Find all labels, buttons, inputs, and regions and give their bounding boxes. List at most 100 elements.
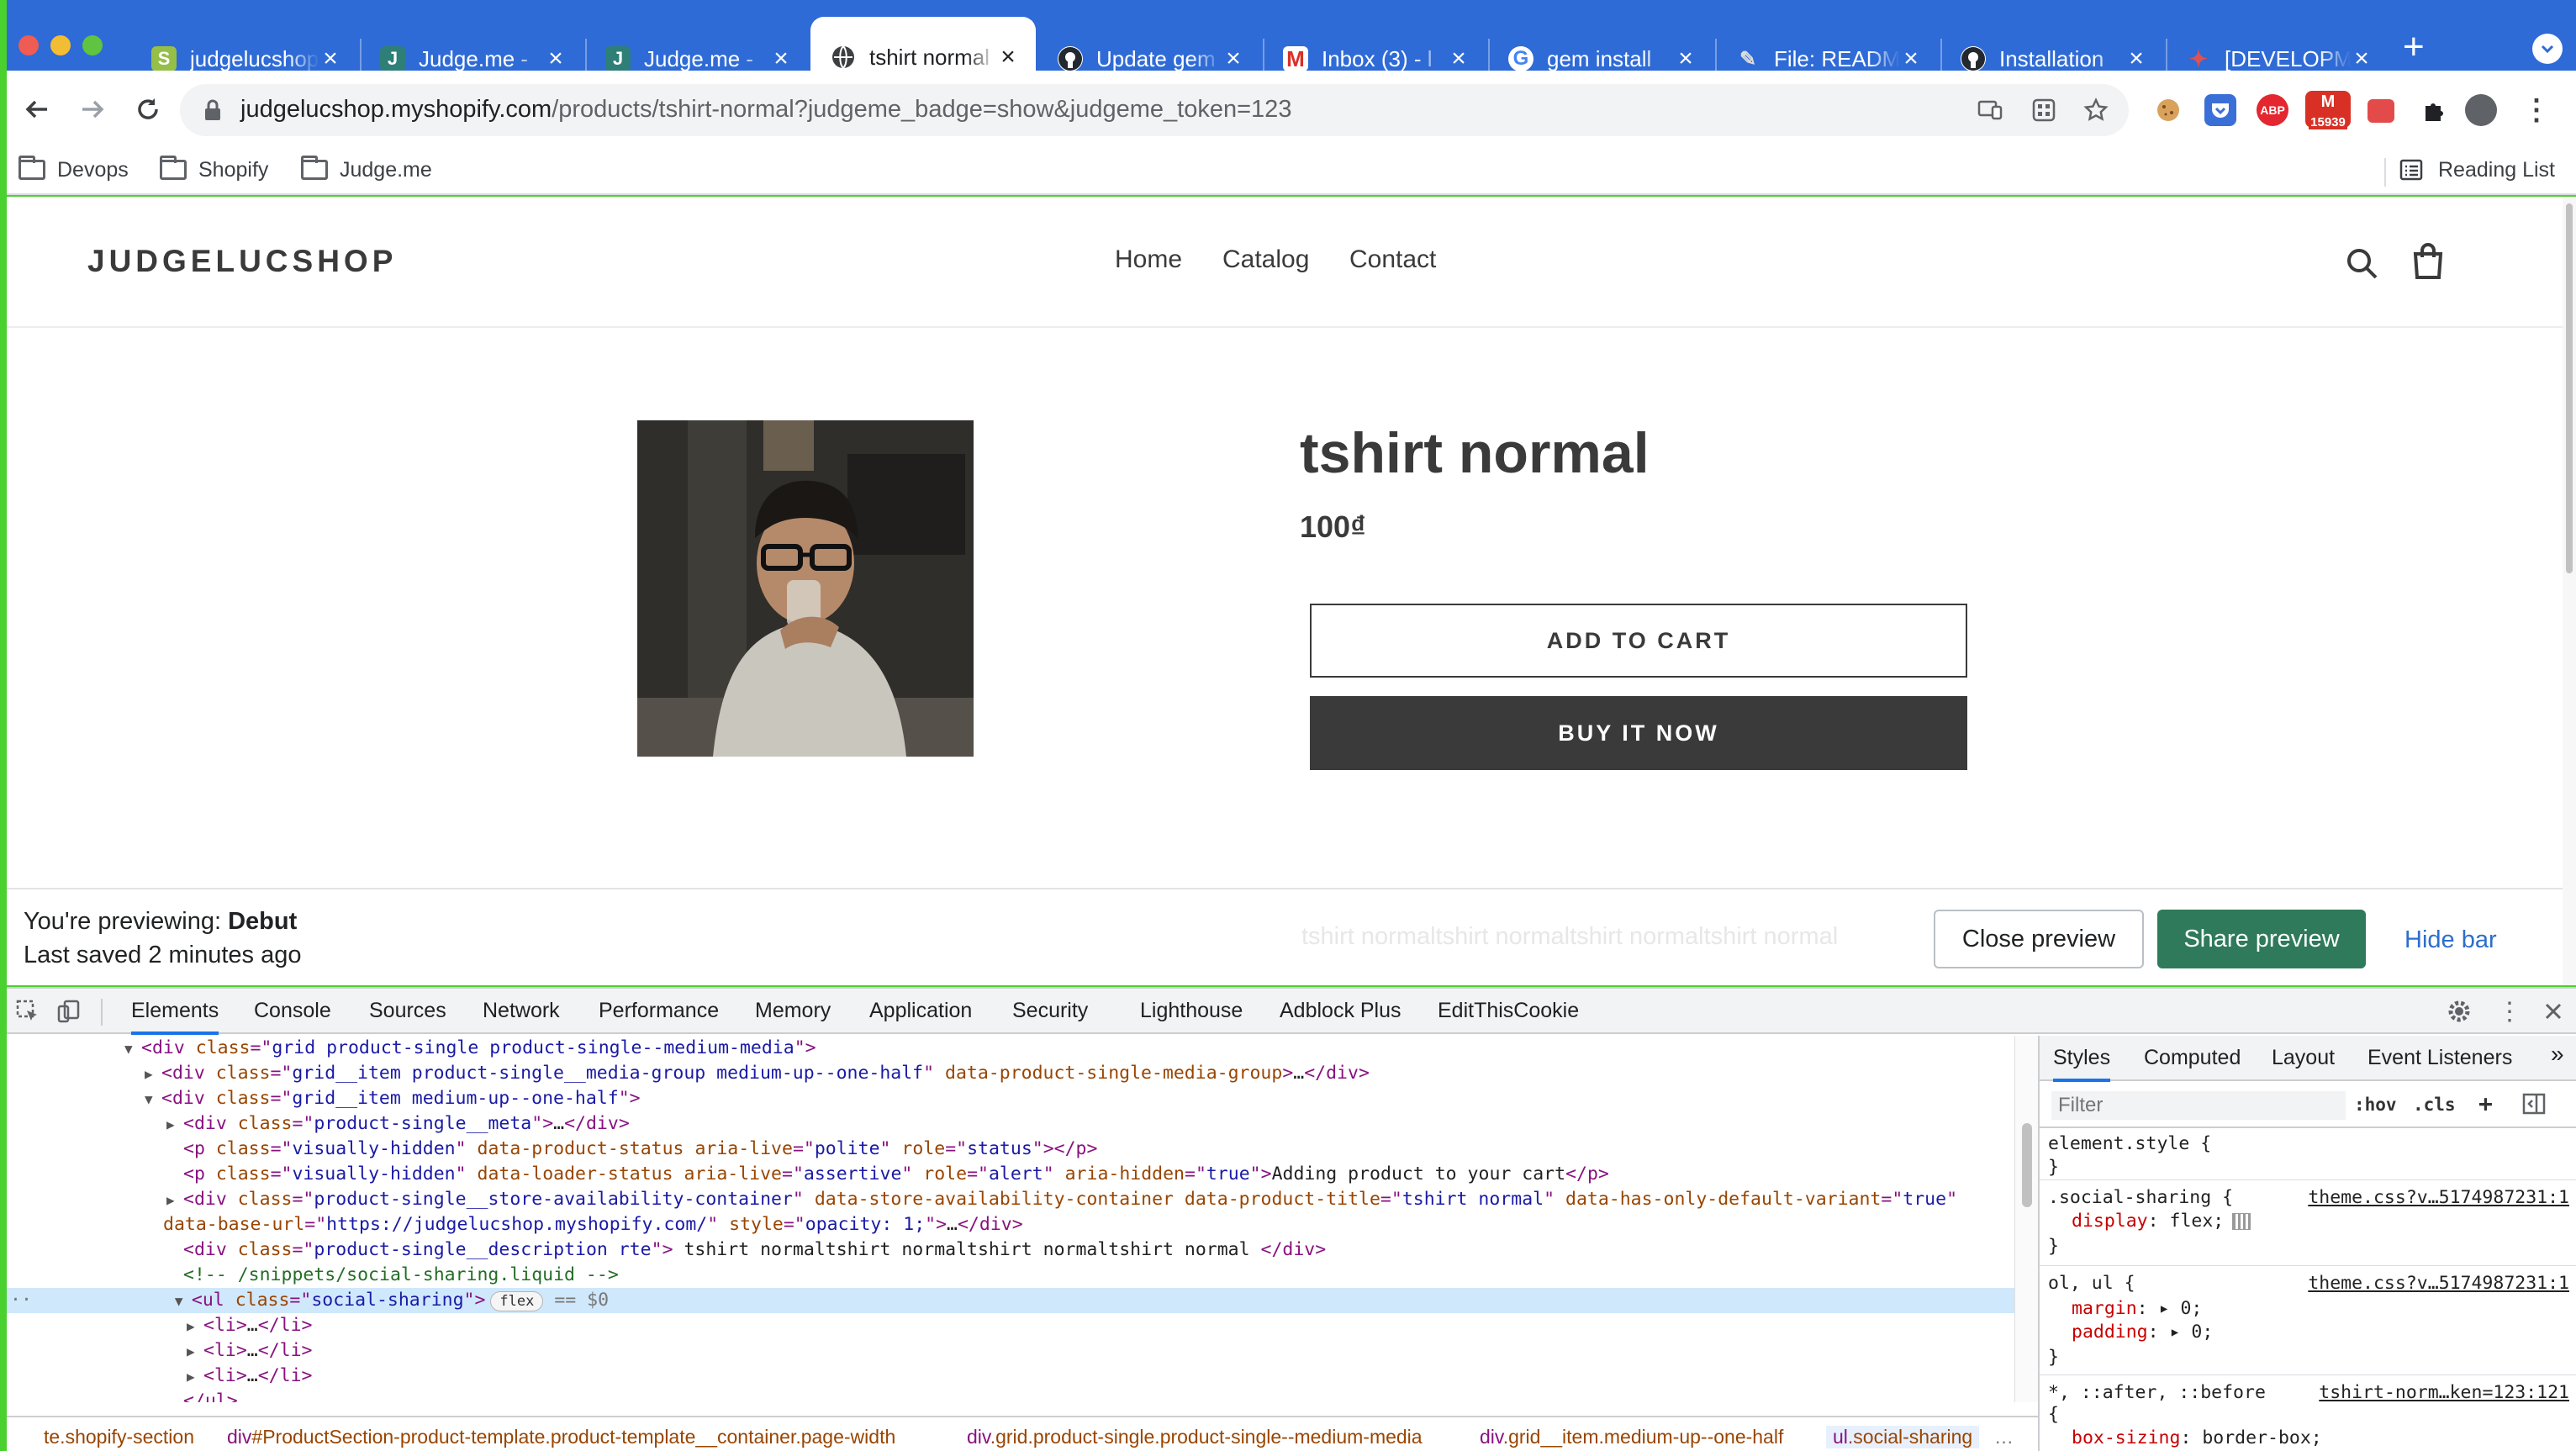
tab-network[interactable]: Network xyxy=(483,999,560,1023)
shop-logo[interactable]: JUDGELUCSHOP xyxy=(87,244,397,279)
scrollbar-thumb[interactable] xyxy=(2022,1123,2032,1207)
tab-sources[interactable]: Sources xyxy=(369,999,446,1023)
rule-source-link[interactable]: theme.css?v…5174987231:1 xyxy=(2308,1273,2569,1294)
window-maximize-button[interactable] xyxy=(82,35,103,55)
tab-application[interactable]: Application xyxy=(869,999,972,1023)
dom-node-continued[interactable]: data-base-url="https://judgelucshop.mysh… xyxy=(163,1212,1023,1237)
tab-computed[interactable]: Computed xyxy=(2144,1046,2241,1070)
forward-icon[interactable] xyxy=(74,91,111,128)
style-rule-ol-ul[interactable]: ol, ul { theme.css?v…5174987231:1 margin… xyxy=(2040,1269,2576,1375)
dom-node[interactable]: <p class="visually-hidden" data-product-… xyxy=(183,1137,1097,1162)
dom-node[interactable]: ▼ <div class="grid__item medium-up--one-h… xyxy=(145,1086,641,1111)
expand-triangle-icon[interactable]: ▶ xyxy=(187,1364,203,1390)
expand-triangle-icon[interactable]: ▶ xyxy=(145,1062,161,1087)
breadcrumb-item[interactable]: div.grid__item.medium-up--one-half xyxy=(1480,1426,1783,1448)
nav-link-catalog[interactable]: Catalog xyxy=(1222,245,1309,274)
expand-triangle-icon[interactable]: ▶ xyxy=(187,1314,203,1339)
search-icon[interactable] xyxy=(2346,247,2379,285)
page-scrollbar[interactable] xyxy=(2563,197,2576,985)
close-preview-button[interactable]: Close preview xyxy=(1934,910,2144,968)
new-tab-button[interactable]: + xyxy=(2403,29,2425,66)
tab-close-icon[interactable]: × xyxy=(2351,46,2373,71)
gmail-checker-icon[interactable]: M 15939 xyxy=(2305,91,2351,129)
dom-node[interactable]: ▶ <div class="product-single__store-avail… xyxy=(166,1187,1957,1212)
dom-node[interactable]: <div class="product-single__description … xyxy=(183,1237,1326,1263)
inspect-element-icon[interactable] xyxy=(13,997,42,1026)
address-bar[interactable]: judgelucshop.myshopify.com/products/tshi… xyxy=(180,84,2129,136)
dom-node[interactable]: ▶ <li>…</li> xyxy=(187,1364,312,1389)
styles-filter-input[interactable] xyxy=(2051,1091,2346,1120)
tab-close-icon[interactable]: × xyxy=(319,46,341,71)
tab-lighthouse[interactable]: Lighthouse xyxy=(1140,999,1243,1023)
reload-icon[interactable] xyxy=(129,91,166,128)
toggle-sidebar-icon[interactable] xyxy=(2522,1093,2546,1119)
style-rule-universal[interactable]: *, ::after, ::before tshirt-norm…ken=123… xyxy=(2040,1379,2576,1451)
dom-node[interactable]: ▼ <div class="grid product-single product… xyxy=(124,1036,816,1061)
window-minimize-button[interactable] xyxy=(50,35,71,55)
more-tabs-chevron-icon[interactable]: » xyxy=(2551,1041,2564,1068)
apps-icon[interactable] xyxy=(2030,96,2058,124)
tab-close-icon[interactable]: × xyxy=(1675,46,1697,71)
bookmark-folder-devops[interactable]: Devops xyxy=(18,153,129,187)
expand-triangle-icon[interactable]: ▶ xyxy=(187,1339,203,1364)
dom-comment[interactable]: <!-- /snippets/social-sharing.liquid --> xyxy=(183,1263,619,1288)
class-toggle[interactable]: .cls xyxy=(2413,1095,2456,1115)
hide-bar-link[interactable]: Hide bar xyxy=(2404,926,2497,954)
tab-performance[interactable]: Performance xyxy=(599,999,719,1023)
tab-memory[interactable]: Memory xyxy=(755,999,831,1023)
product-image[interactable] xyxy=(637,420,974,757)
tab-styles[interactable]: Styles xyxy=(2053,1046,2111,1082)
breadcrumb-item-selected[interactable]: ul.social-sharing xyxy=(1826,1426,1980,1448)
cookie-icon[interactable] xyxy=(2152,94,2184,126)
tab-elements[interactable]: Elements xyxy=(131,999,219,1035)
back-icon[interactable] xyxy=(18,91,55,128)
device-toolbar-icon[interactable] xyxy=(54,997,82,1026)
breadcrumb-overflow-icon[interactable]: … xyxy=(1994,1426,2014,1448)
bookmark-folder-shopify[interactable]: Shopify xyxy=(160,153,268,187)
dom-node[interactable]: </ul> xyxy=(183,1389,238,1402)
nav-link-home[interactable]: Home xyxy=(1115,245,1182,274)
tab-search-icon[interactable] xyxy=(2532,34,2563,64)
scrollbar-thumb[interactable] xyxy=(2566,203,2573,573)
tab-close-icon[interactable]: × xyxy=(2125,46,2147,71)
flexbox-editor-icon[interactable] xyxy=(2232,1213,2251,1230)
tab-adblock-plus[interactable]: Adblock Plus xyxy=(1280,999,1401,1023)
tab-close-icon[interactable]: × xyxy=(1448,46,1470,71)
bookmark-folder-judgeme[interactable]: Judge.me xyxy=(301,153,432,187)
profile-avatar[interactable] xyxy=(2465,94,2497,126)
bookmark-star-icon[interactable] xyxy=(2082,96,2110,124)
dom-node[interactable]: <p class="visually-hidden" data-loader-s… xyxy=(183,1162,1609,1187)
kebab-menu-icon[interactable]: ⋮ xyxy=(2521,94,2552,126)
extensions-puzzle-icon[interactable] xyxy=(2418,94,2450,126)
adblock-plus-icon[interactable]: ABP xyxy=(2257,94,2288,126)
settings-gear-icon[interactable] xyxy=(2445,997,2473,1026)
add-to-cart-button[interactable]: ADD TO CART xyxy=(1310,604,1967,678)
nav-link-contact[interactable]: Contact xyxy=(1349,245,1436,274)
dom-node[interactable]: ▶ <li>…</li> xyxy=(187,1313,312,1338)
close-devtools-icon[interactable] xyxy=(2539,997,2568,1026)
pocket-icon[interactable] xyxy=(2204,94,2236,126)
tab-close-icon[interactable]: × xyxy=(770,46,792,71)
tab-console[interactable]: Console xyxy=(254,999,331,1023)
window-close-button[interactable] xyxy=(18,35,39,55)
breadcrumb-item[interactable]: div.grid.product-single.product-single--… xyxy=(967,1426,1423,1448)
share-preview-button[interactable]: Share preview xyxy=(2157,910,2366,968)
cast-icon[interactable] xyxy=(1976,96,2004,124)
tab-close-icon[interactable]: × xyxy=(1222,46,1244,71)
dom-tree[interactable]: ▼ <div class="grid product-single product… xyxy=(7,1036,2014,1402)
dom-scrollbar[interactable] xyxy=(2014,1036,2038,1402)
rule-source-link[interactable]: theme.css?v…5174987231:1 xyxy=(2308,1187,2569,1208)
tab-event-listeners[interactable]: Event Listeners xyxy=(2367,1046,2512,1070)
tab-security[interactable]: Security xyxy=(1012,999,1088,1023)
flex-badge[interactable]: flex xyxy=(490,1291,544,1311)
style-rule-social-sharing[interactable]: .social-sharing { theme.css?v…5174987231… xyxy=(2040,1184,2576,1266)
tab-close-icon[interactable]: × xyxy=(1900,46,1922,71)
dom-node[interactable]: ▶ <div class="grid__item product-single__… xyxy=(145,1061,1370,1086)
cart-icon[interactable] xyxy=(2411,242,2445,283)
tab-close-icon[interactable]: × xyxy=(997,45,1019,70)
screen-recorder-icon[interactable] xyxy=(2367,99,2394,123)
expand-triangle-icon[interactable]: ▶ xyxy=(166,1188,183,1213)
reading-list-button[interactable]: Reading List xyxy=(2399,153,2555,187)
breadcrumb-item[interactable]: div#ProductSection-product-template.prod… xyxy=(227,1426,895,1448)
new-style-rule-icon[interactable]: + xyxy=(2478,1090,2493,1117)
